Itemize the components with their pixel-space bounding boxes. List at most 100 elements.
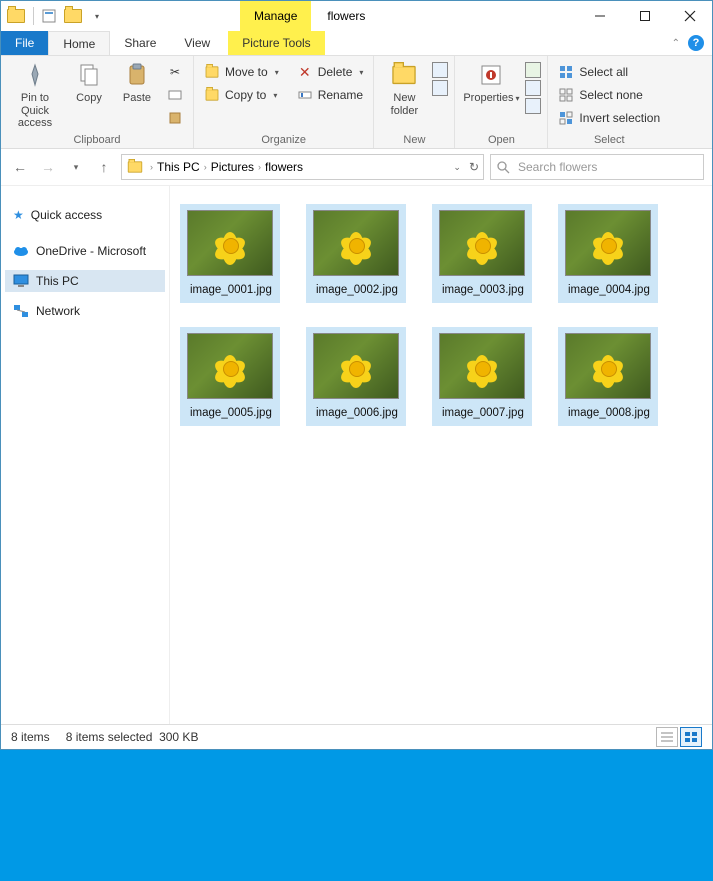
file-item[interactable]: image_0002.jpg — [306, 204, 406, 303]
navigation-pane: ★ Quick access OneDrive - Microsoft This… — [1, 186, 170, 724]
file-list[interactable]: image_0001.jpg image_0002.jpg image_0003.j… — [170, 186, 712, 724]
file-item[interactable]: image_0007.jpg — [432, 327, 532, 426]
status-item-count: 8 items — [11, 730, 50, 744]
tree-onedrive[interactable]: OneDrive - Microsoft — [5, 240, 165, 262]
file-name: image_0002.jpg — [312, 283, 402, 297]
star-icon: ★ — [13, 208, 24, 222]
new-item-button[interactable] — [432, 62, 448, 78]
file-name: image_0007.jpg — [438, 406, 528, 420]
qat-sep — [33, 7, 34, 25]
network-icon — [13, 304, 29, 318]
tab-share[interactable]: Share — [110, 31, 170, 55]
tab-picture-tools[interactable]: Picture Tools — [228, 31, 324, 55]
invert-selection-icon — [558, 111, 574, 125]
pin-to-quick-access-button[interactable]: Pin to Quick access — [7, 58, 63, 130]
maximize-button[interactable] — [622, 1, 667, 31]
easy-access-button[interactable] — [432, 80, 448, 96]
tab-file[interactable]: File — [1, 31, 48, 55]
up-button[interactable]: ↑ — [93, 156, 115, 178]
copy-button[interactable]: Copy — [67, 58, 111, 104]
back-button[interactable]: ← — [9, 156, 31, 178]
ribbon-collapse-icon[interactable]: ⌃ — [672, 38, 680, 49]
tab-home[interactable]: Home — [48, 31, 110, 55]
paste-label: Paste — [115, 92, 159, 104]
refresh-button[interactable]: ↻ — [469, 160, 479, 174]
file-thumbnail — [313, 333, 399, 399]
help-icon[interactable]: ? — [688, 35, 704, 51]
details-view-button[interactable] — [656, 727, 678, 747]
file-name: image_0008.jpg — [564, 406, 654, 420]
breadcrumb-flowers[interactable]: flowers — [265, 160, 303, 174]
edit-button[interactable] — [525, 80, 541, 96]
organize-group-label: Organize — [200, 132, 367, 148]
new-group-label: New — [380, 132, 448, 148]
status-selected-count: 8 items selected 300 KB — [66, 730, 199, 744]
breadcrumb-pictures[interactable]: Pictures› — [211, 160, 261, 174]
new-folder-button[interactable]: New folder — [380, 58, 428, 117]
tab-view[interactable]: View — [170, 31, 224, 55]
paste-shortcut-icon — [167, 111, 183, 125]
file-item[interactable]: image_0008.jpg — [558, 327, 658, 426]
properties-button[interactable]: Properties▾ — [461, 58, 521, 105]
ribbon: Pin to Quick access Copy Paste ✂ Clipboa… — [1, 56, 712, 149]
address-bar[interactable]: › This PC› Pictures› flowers ⌄ ↻ — [121, 154, 484, 180]
open-button[interactable] — [525, 62, 541, 78]
paste-button[interactable]: Paste — [115, 58, 159, 104]
tree-network[interactable]: Network — [5, 300, 165, 322]
select-group-label: Select — [554, 132, 664, 148]
thumbnails-view-button[interactable] — [680, 727, 702, 747]
select-none-button[interactable]: Select none — [554, 85, 664, 105]
minimize-button[interactable] — [577, 1, 622, 31]
cut-button[interactable]: ✂ — [163, 62, 187, 82]
app-icon[interactable] — [5, 5, 27, 27]
ribbon-tabs: File Home Share View Picture Tools ⌃ ? — [1, 31, 712, 56]
navigation-bar: ← → ▾ ↑ › This PC› Pictures› flowers ⌄ ↻ — [1, 149, 712, 186]
select-all-button[interactable]: Select all — [554, 62, 664, 82]
rename-button[interactable]: Rename — [293, 85, 368, 105]
pin-label: Pin to Quick access — [7, 92, 63, 130]
breadcrumb-this-pc[interactable]: This PC› — [157, 160, 207, 174]
explorer-body: ★ Quick access OneDrive - Microsoft This… — [1, 186, 712, 724]
tree-this-pc[interactable]: This PC — [5, 270, 165, 292]
monitor-icon — [13, 274, 29, 288]
address-folder-icon — [128, 161, 142, 172]
file-item[interactable]: image_0004.jpg — [558, 204, 658, 303]
move-to-button[interactable]: Move to▾ — [200, 62, 283, 82]
forward-button[interactable]: → — [37, 156, 59, 178]
cloud-icon — [13, 245, 29, 257]
file-name: image_0004.jpg — [564, 283, 654, 297]
file-thumbnail — [439, 210, 525, 276]
close-button[interactable] — [667, 1, 712, 31]
file-thumbnail — [565, 210, 651, 276]
quick-access-toolbar: ▾ — [1, 1, 110, 31]
delete-button[interactable]: ✕ Delete▾ — [293, 62, 368, 82]
recent-locations-button[interactable]: ▾ — [65, 156, 87, 178]
search-input[interactable] — [516, 159, 697, 175]
copy-path-button[interactable] — [163, 85, 187, 105]
file-item[interactable]: image_0003.jpg — [432, 204, 532, 303]
search-box[interactable] — [490, 154, 704, 180]
file-thumbnail — [187, 333, 273, 399]
delete-icon: ✕ — [297, 64, 313, 81]
ribbon-group-open: Properties▾ Open — [455, 56, 548, 148]
file-thumbnail — [313, 210, 399, 276]
qat-customize[interactable]: ▾ — [86, 5, 108, 27]
invert-selection-button[interactable]: Invert selection — [554, 108, 664, 128]
ribbon-group-clipboard: Pin to Quick access Copy Paste ✂ Clipboa… — [1, 56, 194, 148]
file-item[interactable]: image_0001.jpg — [180, 204, 280, 303]
copy-to-button[interactable]: Copy to▾ — [200, 85, 283, 105]
paste-shortcut-button[interactable] — [163, 108, 187, 128]
move-to-icon — [204, 65, 220, 79]
tree-quick-access[interactable]: ★ Quick access — [5, 204, 165, 226]
file-item[interactable]: image_0006.jpg — [306, 327, 406, 426]
open-group-label: Open — [461, 132, 541, 148]
qat-properties-icon[interactable] — [38, 5, 60, 27]
qat-new-folder-icon[interactable] — [62, 5, 84, 27]
address-dropdown-icon[interactable]: ⌄ — [453, 162, 461, 173]
file-item[interactable]: image_0005.jpg — [180, 327, 280, 426]
window-title: flowers — [327, 1, 365, 31]
status-bar: 8 items 8 items selected 300 KB — [1, 724, 712, 749]
history-button[interactable] — [525, 98, 541, 114]
contextual-tab-manage[interactable]: Manage — [240, 1, 311, 31]
ribbon-group-organize: Move to▾ Copy to▾ ✕ Delete▾ Rename — [194, 56, 374, 148]
